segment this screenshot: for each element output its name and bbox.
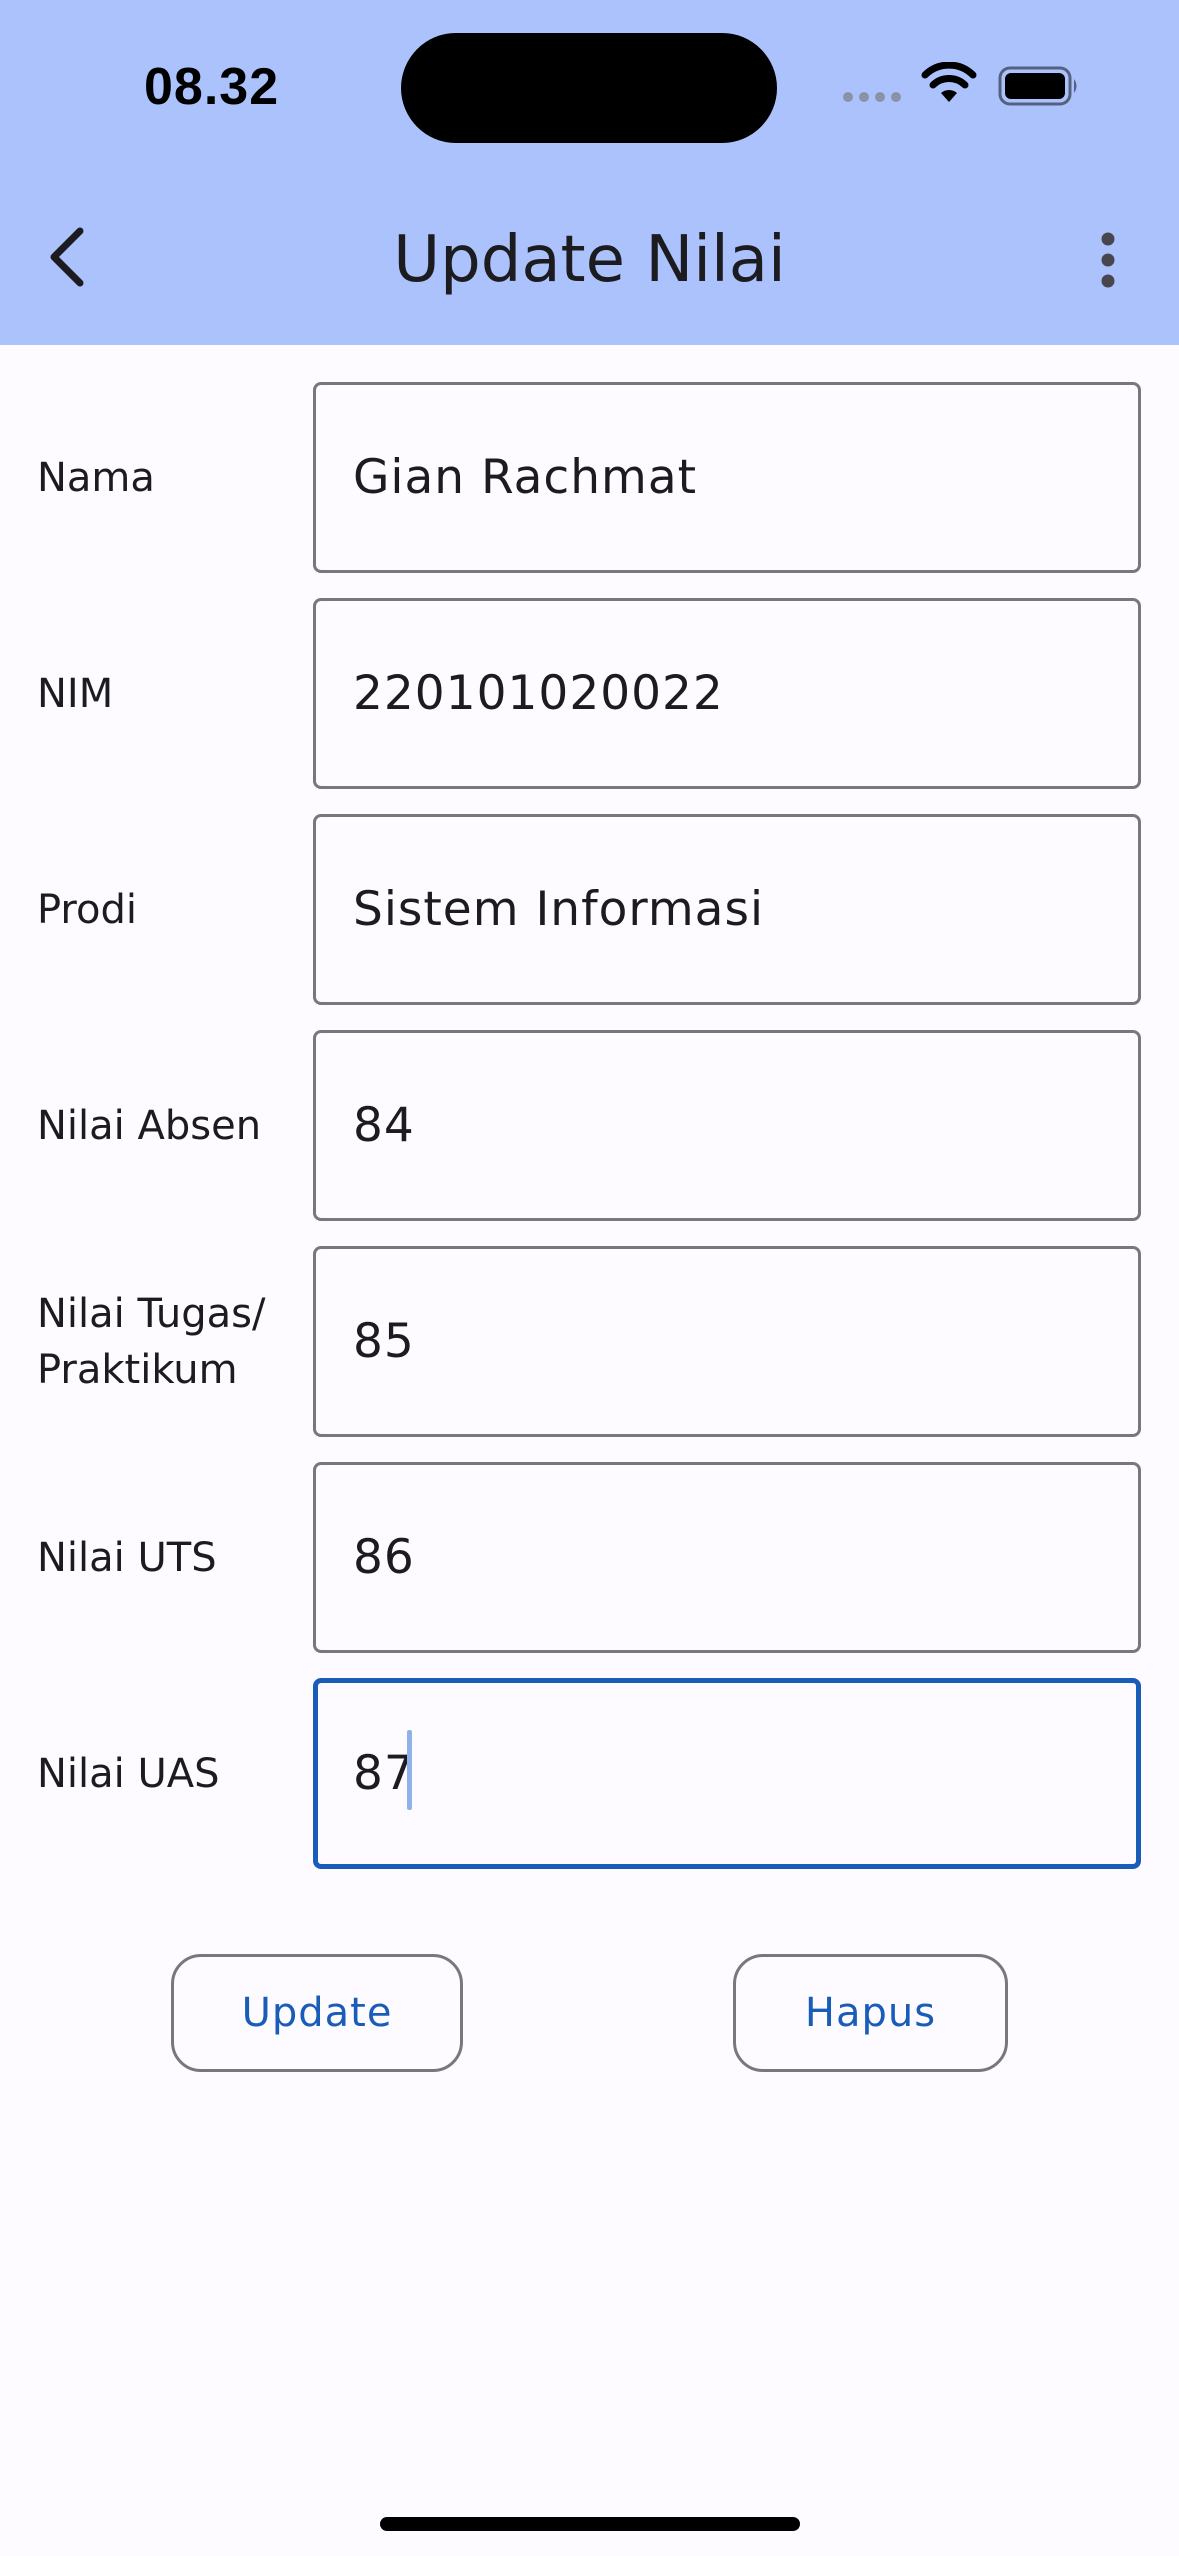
- form-row-nilai-uts: Nilai UTS: [0, 1462, 1179, 1653]
- more-vertical-icon: [1101, 232, 1115, 288]
- nilai-absen-field[interactable]: [313, 1030, 1141, 1221]
- form-row-nilai-tugas: Nilai Tugas/ Praktikum: [0, 1246, 1179, 1437]
- nilai-uts-field[interactable]: [313, 1462, 1141, 1653]
- nilai-tugas-label: Nilai Tugas/ Praktikum: [37, 1290, 266, 1393]
- page-title: Update Nilai: [393, 223, 786, 297]
- dynamic-island: [401, 33, 777, 143]
- prodi-label: Prodi: [37, 886, 137, 933]
- home-indicator[interactable]: [380, 2517, 800, 2531]
- signal-dots-icon: [843, 92, 901, 102]
- form-row-nim: NIM: [0, 598, 1179, 789]
- wifi-icon: [921, 62, 977, 102]
- status-time: 08.32: [144, 58, 280, 116]
- text-cursor: [407, 1730, 412, 1810]
- nim-label: NIM: [37, 670, 114, 717]
- form-row-nilai-absen: Nilai Absen: [0, 1030, 1179, 1221]
- nim-field[interactable]: [313, 598, 1141, 789]
- nilai-uas-field[interactable]: [313, 1678, 1141, 1869]
- form-row-nilai-uas: Nilai UAS: [0, 1678, 1179, 1869]
- battery-icon: [998, 66, 1077, 106]
- form-row-nama: Nama: [0, 382, 1179, 573]
- delete-button[interactable]: Hapus: [733, 1954, 1008, 2072]
- form-row-prodi: Prodi: [0, 814, 1179, 1005]
- app-header: 08.32 Update Nilai: [0, 0, 1179, 345]
- nilai-tugas-field[interactable]: [313, 1246, 1141, 1437]
- update-button[interactable]: Update: [171, 1954, 463, 2072]
- nama-field[interactable]: [313, 382, 1141, 573]
- nilai-absen-label: Nilai Absen: [37, 1102, 262, 1149]
- nilai-uts-label: Nilai UTS: [37, 1534, 217, 1581]
- prodi-field[interactable]: [313, 814, 1141, 1005]
- nama-label: Nama: [37, 454, 155, 501]
- more-options-button[interactable]: [1066, 215, 1150, 305]
- nilai-uas-label: Nilai UAS: [37, 1750, 220, 1797]
